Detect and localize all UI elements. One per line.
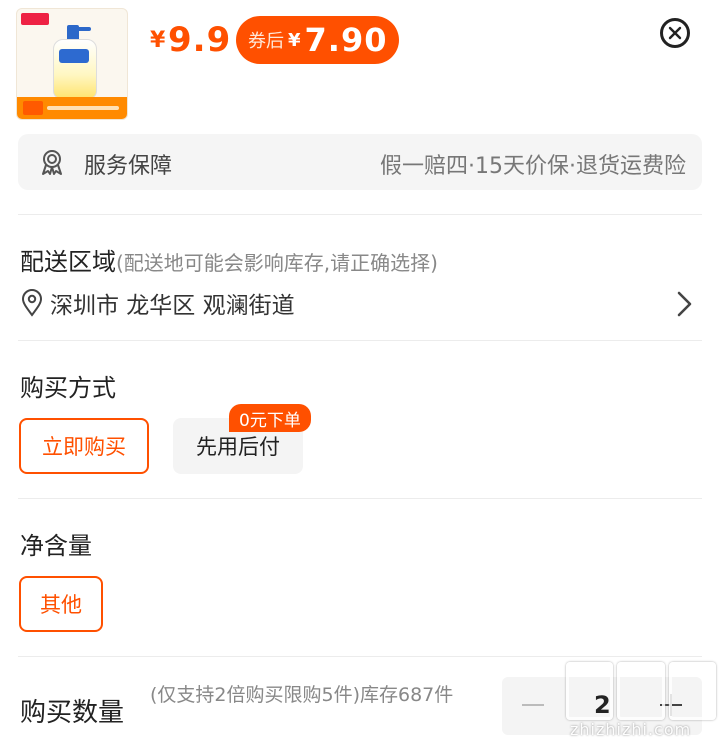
coupon-currency: ¥ (288, 29, 301, 51)
purchase-method-title: 购买方式 (20, 374, 116, 402)
watermark-glyph (566, 662, 614, 720)
divider (18, 340, 702, 341)
site-watermark: zhizhizhi.com (566, 662, 716, 740)
option-other[interactable]: 其他 (19, 576, 103, 632)
service-label: 服务保障 (84, 154, 173, 179)
option-label: 先用后付 (196, 435, 280, 459)
product-thumbnail[interactable] (16, 8, 128, 120)
watermark-site: zhizhizhi.com (570, 720, 692, 739)
option-label: 立即购买 (42, 435, 126, 459)
watermark-glyph (668, 662, 716, 720)
bottle-nozzle (77, 27, 91, 31)
quantity-title: 购买数量 (20, 698, 125, 728)
price-currency: ¥ (150, 28, 166, 53)
delivery-header: 配送区域(配送地可能会影响库存,请正确选择) (20, 242, 438, 277)
bottle-label (59, 49, 89, 63)
coupon-price-badge: 券后 ¥ 7.90 (236, 16, 400, 64)
watermark-glyph (617, 662, 665, 720)
quantity-note: (仅支持2倍购买限购5件)库存687件 (150, 684, 454, 706)
delivery-title: 配送区域 (20, 248, 116, 276)
divider (18, 498, 702, 499)
close-button[interactable] (660, 18, 690, 48)
delivery-address: 深圳市 龙华区 观澜街道 (50, 293, 295, 319)
divider (18, 214, 702, 215)
service-value: 假一赔四·15天价保·退货运费险 (380, 154, 686, 179)
bottle-body (53, 39, 97, 99)
coupon-value: 7.90 (304, 21, 388, 59)
delivery-hint: (配送地可能会影响库存,请正确选择) (116, 251, 438, 275)
thumb-promo-text (47, 106, 119, 110)
option-buy-now[interactable]: 立即购买 (19, 418, 149, 474)
delivery-address-row[interactable]: 深圳市 龙华区 观澜街道 (20, 286, 295, 320)
service-guarantee-bar[interactable]: 服务保障 假一赔四·15天价保·退货运费险 (18, 134, 702, 190)
option-label: 其他 (40, 593, 82, 617)
divider (18, 656, 702, 657)
price-value: 9.9 (168, 20, 232, 60)
close-icon (668, 26, 682, 40)
thumb-corner-tag (21, 13, 49, 25)
minus-icon[interactable] (522, 704, 544, 706)
net-content-title: 净含量 (20, 532, 92, 560)
thumb-promo-chip (23, 101, 43, 115)
badge-ribbon-icon (42, 150, 62, 175)
watermark-logo (566, 662, 716, 720)
chevron-right-icon[interactable] (672, 290, 696, 318)
zero-down-badge: 0元下单 (229, 404, 311, 432)
location-pin-icon (21, 289, 43, 317)
badge-text: 0元下单 (239, 410, 301, 431)
coupon-label: 券后 (248, 31, 284, 52)
